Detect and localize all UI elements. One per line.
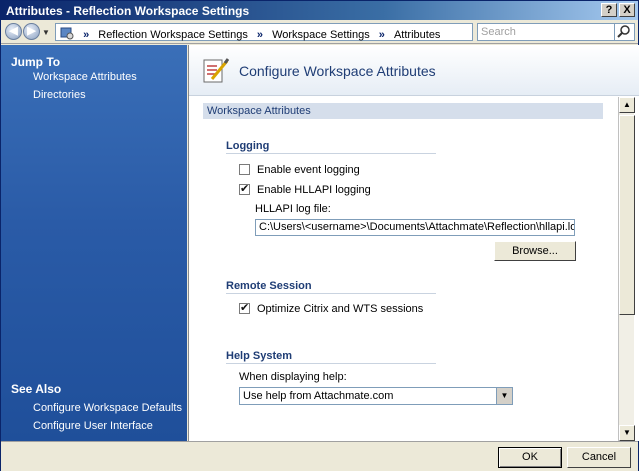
search-icon: [617, 25, 630, 38]
browse-button[interactable]: Browse...: [494, 241, 576, 261]
help-system-divider: [226, 363, 436, 364]
help-source-select[interactable]: Use help from Attachmate.com ▼: [239, 387, 513, 405]
optimize-citrix-label: Optimize Citrix and WTS sessions: [257, 303, 424, 315]
settings-window: Attributes - Reflection Workspace Settin…: [0, 0, 639, 471]
log-file-input[interactable]: C:\Users\<username>\Documents\Attachmate…: [255, 219, 575, 236]
forward-button[interactable]: ▶: [23, 23, 40, 40]
settings-icon: [60, 26, 74, 45]
search-button[interactable]: [615, 23, 635, 41]
hllapi-logging-label: Enable HLLAPI logging: [257, 184, 371, 196]
log-file-label: HLLAPI log file:: [255, 203, 331, 215]
section-title: Workspace Attributes: [203, 103, 603, 119]
see-also-link-user-interface[interactable]: Configure User Interface: [33, 420, 153, 432]
window-title: Attributes - Reflection Workspace Settin…: [6, 4, 250, 18]
logging-divider: [226, 153, 436, 154]
scroll-down-button[interactable]: ▼: [619, 425, 635, 441]
edit-document-icon: [203, 58, 229, 83]
scroll-thumb[interactable]: [619, 115, 635, 315]
vertical-scrollbar[interactable]: ▲ ▼: [618, 97, 635, 441]
cancel-button[interactable]: Cancel: [567, 447, 631, 468]
task-pane: Jump To Workspace Attributes Directories…: [1, 45, 187, 441]
breadcrumb-item-workspace[interactable]: Reflection Workspace Settings: [98, 27, 248, 43]
breadcrumb-separator-icon: »: [256, 29, 264, 41]
breadcrumb-item-attributes[interactable]: Attributes: [394, 27, 440, 43]
title-bar: Attributes - Reflection Workspace Settin…: [1, 1, 638, 20]
back-button[interactable]: ◀: [5, 23, 22, 40]
optimize-citrix-checkbox[interactable]: [239, 301, 250, 314]
hllapi-logging-checkbox[interactable]: [239, 182, 250, 195]
event-logging-checkbox[interactable]: [239, 164, 250, 175]
breadcrumb-separator-icon: »: [83, 29, 90, 41]
address-bar: ◀ ▶ ▼ » Reflection Workspace Settings » …: [1, 20, 638, 44]
when-displaying-help-label: When displaying help:: [239, 371, 347, 383]
scroll-up-button[interactable]: ▲: [619, 97, 635, 113]
content-header: Configure Workspace Attributes: [189, 45, 639, 96]
chevron-down-icon[interactable]: ▼: [496, 388, 512, 404]
search-input[interactable]: Search: [477, 23, 615, 41]
logging-header: Logging: [226, 140, 270, 152]
breadcrumb-separator-icon: »: [378, 29, 385, 41]
help-system-header: Help System: [226, 350, 293, 362]
jump-link-directories[interactable]: Directories: [33, 89, 86, 101]
help-button[interactable]: ?: [601, 3, 617, 17]
help-source-value: Use help from Attachmate.com: [243, 390, 394, 402]
dialog-footer: OK Cancel: [1, 441, 638, 471]
close-button[interactable]: X: [619, 3, 635, 17]
breadcrumb: » Reflection Workspace Settings » Worksp…: [55, 23, 473, 41]
see-also-link-workspace-defaults[interactable]: Configure Workspace Defaults: [33, 402, 182, 414]
jump-to-header: Jump To: [11, 55, 61, 69]
jump-link-workspace-attributes[interactable]: Workspace Attributes: [33, 71, 137, 83]
ok-button[interactable]: OK: [498, 447, 562, 468]
page-title: Configure Workspace Attributes: [239, 63, 436, 79]
remote-session-header: Remote Session: [226, 280, 312, 292]
breadcrumb-item-settings[interactable]: Workspace Settings: [272, 27, 370, 43]
event-logging-label: Enable event logging: [257, 164, 360, 176]
see-also-header: See Also: [11, 382, 62, 396]
remote-session-divider: [226, 293, 436, 294]
content-pane: Configure Workspace Attributes Workspace…: [188, 45, 639, 441]
history-dropdown-icon[interactable]: ▼: [42, 28, 50, 37]
